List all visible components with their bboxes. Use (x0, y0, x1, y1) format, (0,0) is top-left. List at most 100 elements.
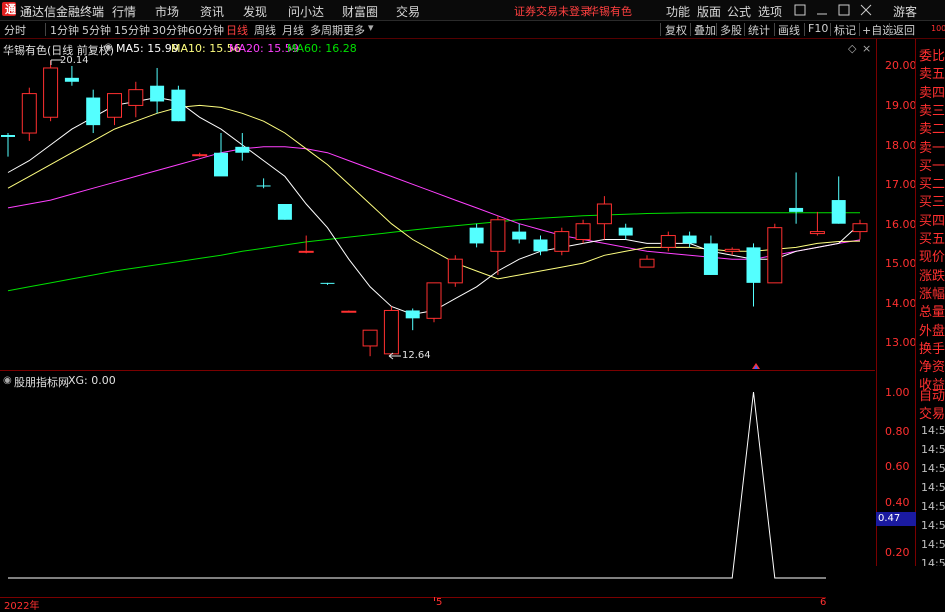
adjust-button[interactable]: 复权 (665, 22, 687, 38)
menu-layout[interactable]: 版面 (697, 3, 721, 20)
back-button[interactable]: 返回 (893, 22, 915, 38)
menu-formula[interactable]: 公式 (727, 3, 751, 20)
candle (703, 235, 718, 275)
cursor-value: 0.47 (878, 513, 901, 524)
quote-label: 卖五 (919, 67, 945, 83)
quote-label: 委比 (919, 49, 945, 64)
toolbar-divider (830, 23, 831, 36)
period-tab-15min[interactable]: 15分钟 (114, 22, 150, 38)
candle-body (512, 231, 527, 240)
quote-label: 总量 (919, 305, 945, 321)
candle-body (214, 152, 228, 177)
y-tick: 14.00 (885, 297, 917, 310)
window-mode-icon[interactable] (794, 4, 806, 16)
sub-y-tick: 0.60 (885, 460, 910, 473)
menu-quotes[interactable]: 行情 (112, 3, 136, 20)
quote-label: 卖三 (919, 103, 945, 119)
candle-body (320, 282, 335, 284)
x-tick (434, 597, 435, 601)
candle-body (852, 223, 868, 233)
period-tab-multi[interactable]: 多周期 (310, 22, 343, 38)
candle-body (639, 258, 655, 268)
candle-body (533, 239, 548, 252)
candle (256, 178, 271, 189)
quote-label: 涨幅 (919, 286, 945, 302)
f10-button[interactable]: F10 (808, 22, 828, 35)
trade-mode-label[interactable]: 自动 (919, 385, 945, 404)
menu-market[interactable]: 市场 (155, 3, 179, 20)
candle-body (469, 227, 484, 244)
candle (214, 133, 228, 177)
candle (192, 152, 208, 157)
candle-body (383, 309, 399, 355)
multi-stock-button[interactable]: 多股 (720, 22, 742, 38)
menu-ask[interactable]: 问小达 (288, 3, 324, 20)
candle (362, 329, 378, 357)
xg-line (8, 391, 860, 579)
mark-button[interactable]: 标记 (834, 22, 856, 38)
candle-body (341, 310, 357, 313)
draw-line-button[interactable]: 画线 (778, 22, 800, 38)
period-tab-more[interactable]: 更多 (343, 22, 365, 38)
close-icon[interactable] (860, 4, 872, 16)
menu-discover[interactable]: 发现 (243, 3, 267, 20)
period-tab-60min[interactable]: 60分钟 (188, 22, 224, 38)
toolbar-divider (45, 23, 46, 36)
user-guest[interactable]: 游客 (893, 3, 917, 20)
toolbar-divider (716, 23, 717, 36)
indicator-chart[interactable] (0, 371, 875, 597)
period-tab-30min[interactable]: 30分钟 (152, 22, 188, 38)
candle (512, 223, 527, 244)
tick-time: 14:56 (921, 462, 945, 475)
candle-body (724, 248, 740, 252)
candle-body (596, 203, 612, 225)
menu-trade[interactable]: 交易 (396, 3, 420, 20)
candle-body (831, 200, 846, 224)
candle (789, 172, 804, 224)
menu-options[interactable]: 选项 (758, 3, 782, 20)
more-dropdown-icon[interactable]: ▾ (368, 21, 374, 34)
candle (64, 66, 79, 86)
candle-body (362, 329, 378, 347)
toolbar-divider (690, 23, 691, 36)
candle-body (789, 207, 804, 212)
candle-body (277, 204, 292, 220)
quote-label: 买二 (919, 177, 945, 193)
maximize-icon[interactable] (838, 4, 850, 16)
candle-body (682, 235, 697, 244)
y-tick: 13.00 (885, 336, 917, 349)
candle-body (575, 223, 591, 240)
candlestick-chart[interactable] (0, 39, 875, 369)
tick-time: 14:56 (921, 481, 945, 494)
tick-time: 14:56 (921, 443, 945, 456)
period-tab-weekly[interactable]: 周线 (254, 22, 276, 38)
quote-label: 外盘 (919, 323, 945, 339)
period-tab-5min[interactable]: 5分钟 (82, 22, 111, 38)
minimize-icon[interactable] (816, 4, 828, 16)
period-tab-daily[interactable]: 日线 (226, 22, 248, 38)
trade-login-warning[interactable]: 证券交易未登录 (514, 3, 591, 19)
candle-body (447, 258, 463, 284)
candle-body (235, 146, 250, 153)
candle (128, 81, 144, 118)
candle (469, 223, 484, 248)
period-tab-1min[interactable]: 1分钟 (50, 22, 79, 38)
overlay-button[interactable]: 叠加 (694, 22, 716, 38)
menu-news[interactable]: 资讯 (200, 3, 224, 20)
trade-mode-label[interactable]: 交易 (919, 403, 945, 422)
candle (320, 282, 335, 285)
menu-function[interactable]: 功能 (666, 3, 690, 20)
candle (852, 219, 868, 240)
candle (554, 227, 570, 256)
toolbar-divider (774, 23, 775, 36)
candle (171, 85, 186, 122)
quote-label: 买五 (919, 232, 945, 247)
period-tab-intraday[interactable]: 分时 (4, 22, 26, 38)
xg-series (8, 391, 860, 579)
statistics-button[interactable]: 统计 (748, 22, 770, 38)
candle-body (43, 67, 59, 118)
menu-wealth[interactable]: 财富圈 (342, 3, 378, 20)
quote-label: 买一 (919, 158, 945, 174)
period-tab-monthly[interactable]: 月线 (282, 22, 304, 38)
candle (405, 308, 420, 331)
